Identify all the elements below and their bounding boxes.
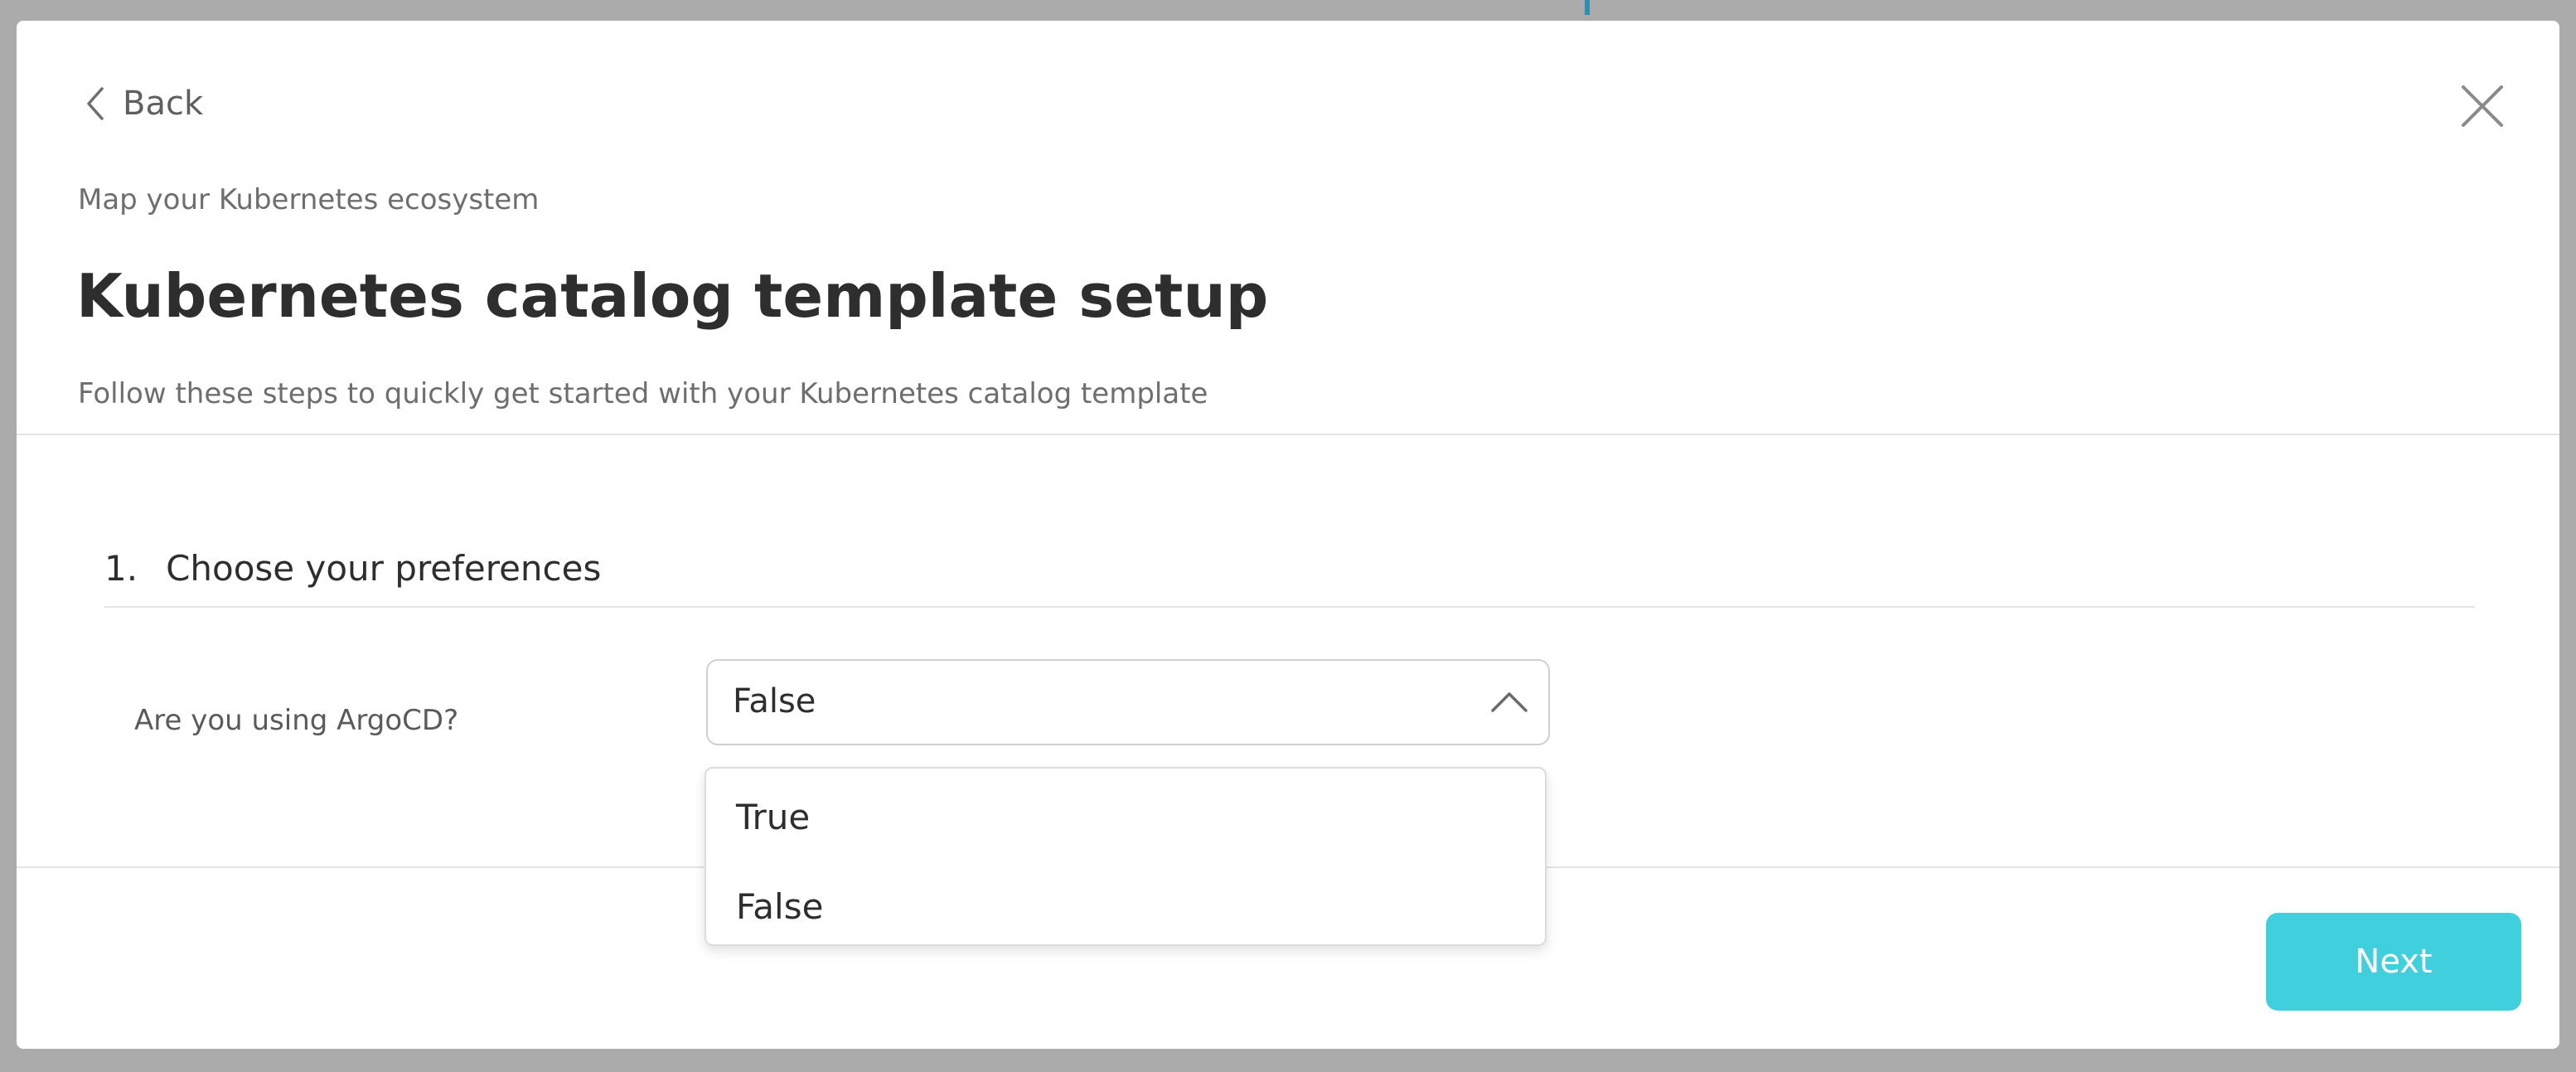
argocd-field-label: Are you using ArgoCD?: [134, 704, 459, 737]
argocd-dropdown-menu: True False: [705, 767, 1547, 946]
back-button[interactable]: Back: [86, 79, 203, 129]
breadcrumb: Map your Kubernetes ecosystem: [78, 183, 540, 216]
modal-header: Back Map your Kubernetes ecosystem Kuber…: [17, 21, 2559, 435]
back-label: Back: [123, 85, 204, 123]
step-title: Choose your preferences: [166, 548, 602, 589]
page-title: Kubernetes catalog template setup: [76, 261, 1269, 331]
close-icon: [2453, 77, 2511, 135]
step-heading: 1. Choose your preferences: [104, 548, 601, 589]
page-subtitle: Follow these steps to quickly get starte…: [78, 377, 1208, 410]
argocd-select[interactable]: False: [706, 659, 1550, 745]
chevron-left-icon: [86, 87, 123, 120]
top-edge-indicator: [1585, 0, 1590, 15]
next-button[interactable]: Next: [2266, 913, 2521, 1011]
dropdown-option-true[interactable]: True: [706, 775, 1545, 858]
step-divider: [104, 606, 2475, 608]
chevron-up-icon: [1490, 689, 1528, 714]
setup-modal: Back Map your Kubernetes ecosystem Kuber…: [17, 21, 2559, 1049]
close-button[interactable]: [2453, 77, 2511, 135]
argocd-select-value: False: [733, 682, 816, 720]
step-number: 1.: [104, 548, 138, 589]
dropdown-option-false[interactable]: False: [706, 865, 1545, 948]
